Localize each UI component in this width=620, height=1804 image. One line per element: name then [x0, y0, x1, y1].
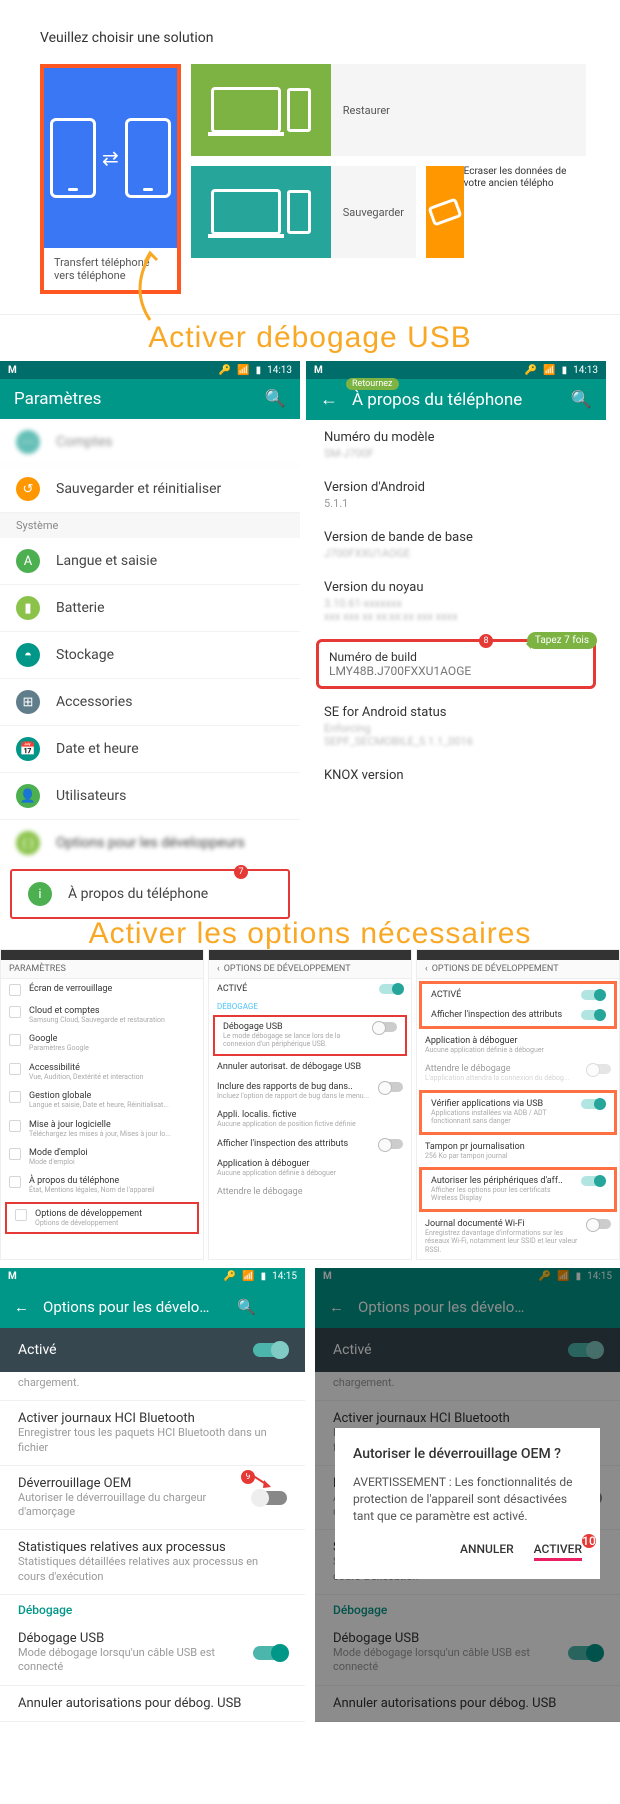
- row-dev-blurred[interactable]: { }Options pour les développeurs: [0, 820, 300, 867]
- mini-maj[interactable]: Mise à jour logicielleTéléchargez les mi…: [1, 1115, 203, 1143]
- dev-screen-left: M🔑📶▮14:15 ←Options pour les dévelo…🔍 Act…: [0, 1268, 305, 1722]
- orange-group-1: ACTIVÉ Afficher l'inspection des attribu…: [419, 981, 617, 1029]
- search-icon[interactable]: 🔍: [265, 389, 286, 409]
- dev-usb[interactable]: Débogage USBMode débogage lorsqu'un câbl…: [0, 1621, 305, 1686]
- mini-inspect[interactable]: Afficher l'inspection des attributs: [209, 1134, 411, 1154]
- mini-devopts-col2: ‹OPTIONS DE DÉVELOPPEMENT ACTIVÉ Affiche…: [416, 949, 620, 1260]
- mini-wait[interactable]: Attendre le débogage: [209, 1182, 411, 1202]
- active-toggle[interactable]: [253, 1343, 287, 1357]
- dialog-title: Autoriser le déverrouillage OEM ?: [353, 1446, 582, 1462]
- dev-revoke[interactable]: Annuler autorisations pour débog. USB: [0, 1686, 305, 1722]
- about-knox[interactable]: KNOX version: [306, 758, 606, 795]
- transfer-arrows-icon: ⇄: [102, 146, 119, 170]
- mini-usb-highlighted[interactable]: Débogage USBLe mode débogage se lance lo…: [213, 1015, 407, 1056]
- mini-bug[interactable]: Inclure des rapports de bug dans..Inclue…: [209, 1077, 411, 1105]
- row-comptes[interactable]: ⋯Comptes: [0, 419, 300, 466]
- search-icon[interactable]: 🔍: [571, 390, 592, 410]
- mini-settings-col: PARAMÈTRES Écran de verrouillage Cloud e…: [0, 949, 204, 1260]
- row-users[interactable]: 👤Utilisateurs: [0, 773, 300, 820]
- settings-appbar: Paramètres 🔍: [0, 379, 300, 419]
- language-icon: A: [16, 549, 40, 573]
- row-battery[interactable]: ▮Batterie: [0, 585, 300, 632]
- dialog-activer-button[interactable]: ACTIVER10: [534, 1542, 582, 1561]
- dev-hci[interactable]: Activer journaux HCI BluetoothEnregistre…: [0, 1401, 305, 1466]
- about-appbar: ← À propos du téléphone 🔍 Retournez: [306, 379, 606, 420]
- dev-oem[interactable]: Déverrouillage OEMAutoriser le déverroui…: [0, 1466, 305, 1531]
- card-transfer-label: Transfert téléphone vers téléphone: [44, 248, 177, 290]
- mini3-wifi[interactable]: Journal documenté Wi-FiEnregistrez davan…: [417, 1214, 619, 1259]
- orange-group-2: Vérifier applications via USBApplication…: [419, 1090, 617, 1135]
- mini-revoke[interactable]: Annuler autorisat. de débogage USB: [209, 1057, 411, 1077]
- row-language[interactable]: ALangue et saisie: [0, 538, 300, 585]
- settings-title: Paramètres: [14, 389, 101, 409]
- card-restore[interactable]: Restaurer: [191, 64, 586, 156]
- mini3-appdebug[interactable]: Application à déboguerAucune application…: [417, 1031, 619, 1059]
- dialog-cancel-button[interactable]: ANNULER: [460, 1542, 514, 1561]
- row-accessories[interactable]: ⊞Accessories: [0, 679, 300, 726]
- about-build-highlighted[interactable]: Numéro de build LMY48B.J700FXXU1AOGE 8 T…: [316, 639, 596, 689]
- debug-category: Débogage: [0, 1595, 305, 1621]
- dev-stats[interactable]: Statistiques relatives aux processusStat…: [0, 1530, 305, 1595]
- about-android[interactable]: Version d'Android5.1.1: [306, 470, 606, 520]
- mini-lock[interactable]: Écran de verrouillage: [1, 979, 203, 1001]
- oem-dialog: Autoriser le déverrouillage OEM ? AVERTI…: [335, 1428, 600, 1579]
- orange-group-3: Autoriser les périphériques d'aff..Affic…: [419, 1167, 617, 1212]
- system-category: Système: [0, 513, 300, 538]
- headline-usb-debug: Activer débogage USB: [0, 315, 620, 361]
- about-se[interactable]: SE for Android statusEnforcingSEPF_SECMO…: [306, 695, 606, 758]
- storage-icon: ◓: [16, 643, 40, 667]
- mini-gestion[interactable]: Gestion globaleLangue et saisie, Date et…: [1, 1086, 203, 1114]
- mini-cloud[interactable]: Cloud et comptesSamsung Cloud, Sauvegard…: [1, 1001, 203, 1029]
- mini-devopts-col: ‹OPTIONS DE DÉVELOPPEMENT ACTIVÉ DÉBOGAG…: [208, 949, 412, 1260]
- users-icon: 👤: [16, 784, 40, 808]
- retournez-tip: Retournez: [346, 378, 399, 390]
- info-icon: i: [28, 882, 52, 906]
- mini-about[interactable]: À propos du téléphoneÉtat, Mentions léga…: [1, 1171, 203, 1199]
- about-kernel[interactable]: Version du noyau3.10.61-xxxxxxxxxx xxx x…: [306, 570, 606, 633]
- about-model[interactable]: Numéro du modèleSM-J700F: [306, 420, 606, 470]
- key-icon: 🔑: [219, 365, 231, 376]
- accessories-icon: ⊞: [16, 690, 40, 714]
- solution-chooser: Veuillez choisir une solution ⇄ Transfer…: [0, 0, 620, 315]
- card-save[interactable]: Sauvegarder: [191, 166, 416, 258]
- mini-google[interactable]: GoogleParamètres Google: [1, 1029, 203, 1057]
- settings-screen: M🔑📶▮14:13 Paramètres 🔍 ⋯Comptes ↺Sauvega…: [0, 361, 300, 921]
- row-storage[interactable]: ◓Stockage: [0, 632, 300, 679]
- about-baseband[interactable]: Version de bande de baseJ700FXXU1AOGE: [306, 520, 606, 570]
- date-icon: 📅: [16, 737, 40, 761]
- dialog-body: AVERTISSEMENT : Les fonctionnalités de p…: [353, 1474, 582, 1524]
- row-date[interactable]: 📅Date et heure: [0, 726, 300, 773]
- back-icon[interactable]: ←: [14, 1298, 29, 1316]
- tap-7-tip: Tapez 7 fois: [527, 632, 597, 649]
- mini-access[interactable]: AccessibilitéVue, Audition, Dextérité et…: [1, 1058, 203, 1086]
- back-icon[interactable]: ←: [320, 389, 338, 410]
- mini3-tampon[interactable]: Tampon pr journalisation256 Ko par tampo…: [417, 1137, 619, 1165]
- headline-options: Activer les options nécessaires: [0, 911, 620, 957]
- mini-appdebug[interactable]: Application à déboguerAucune application…: [209, 1154, 411, 1182]
- card-erase[interactable]: Ecraser les données de votre ancien télé…: [426, 166, 586, 258]
- mini-mode[interactable]: Mode d'emploiMode d'emploi: [1, 1143, 203, 1171]
- usb-toggle[interactable]: [253, 1646, 287, 1660]
- row-backup[interactable]: ↺Sauvegarder et réinitialiser: [0, 466, 300, 513]
- dev-active-row[interactable]: Activé: [0, 1328, 305, 1372]
- card-transfer[interactable]: ⇄ Transfert téléphone vers téléphone: [40, 64, 181, 294]
- chooser-title: Veuillez choisir une solution: [40, 30, 580, 46]
- dev-screen-right: M🔑📶▮14:15 ←Options pour les dévelo… Acti…: [315, 1268, 620, 1722]
- mini-active[interactable]: ACTIVÉ: [209, 979, 411, 999]
- eraser-icon: [427, 197, 462, 226]
- mini3-wait[interactable]: Attendre le débogageL'application attend…: [417, 1059, 619, 1087]
- mini-devopt-highlighted[interactable]: Options de développementOptions de dével…: [5, 1202, 199, 1234]
- about-screen: M🔑📶▮14:13 ← À propos du téléphone 🔍 Reto…: [306, 361, 606, 921]
- battery-icon: ▮: [16, 596, 40, 620]
- oem-toggle[interactable]: [253, 1491, 287, 1505]
- mini-mock[interactable]: Appli. localis. fictiveAucune applicatio…: [209, 1105, 411, 1133]
- backup-icon: ↺: [16, 477, 40, 501]
- search-icon[interactable]: 🔍: [237, 1298, 256, 1316]
